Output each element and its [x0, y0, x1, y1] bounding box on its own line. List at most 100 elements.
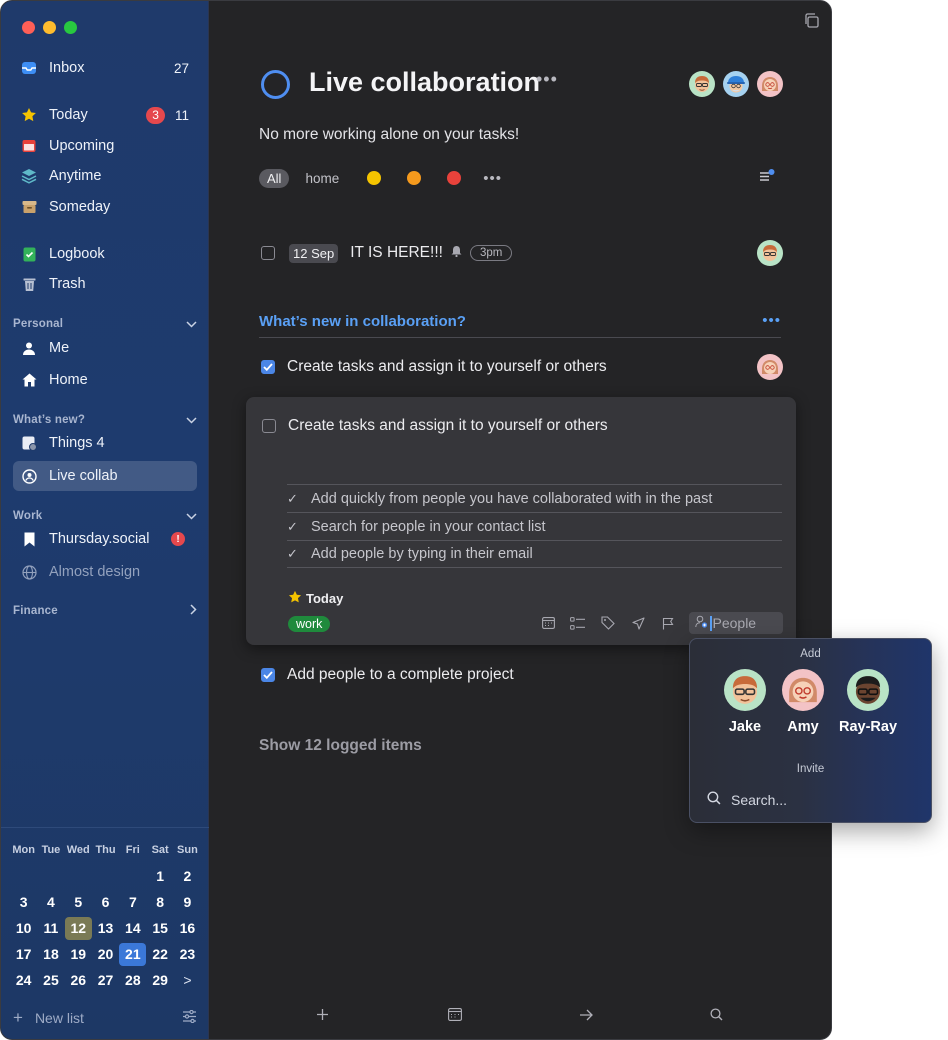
project-title[interactable]: Live collaboration — [309, 67, 540, 98]
person-option-ray-ray[interactable]: Ray-Ray — [828, 669, 908, 735]
avatar-jake[interactable] — [689, 71, 715, 97]
avatar-blue-hat[interactable] — [723, 71, 749, 97]
task-row[interactable]: 12 Sep IT IS HERE!!! 3pm — [261, 240, 783, 266]
calendar-day[interactable]: 4 — [37, 891, 64, 914]
sidebar-item-trash[interactable]: Trash — [13, 269, 197, 299]
task-title[interactable]: Create tasks and assign it to yourself o… — [287, 358, 607, 376]
copy-window-icon[interactable] — [804, 13, 819, 33]
show-logged-items-button[interactable]: Show 12 logged items — [259, 737, 422, 755]
calendar-day[interactable]: 22 — [146, 943, 173, 966]
sidebar-item-me[interactable]: Me — [13, 333, 197, 363]
plus-icon[interactable]: + — [13, 1008, 23, 1028]
calendar-day[interactable]: 28 — [119, 969, 146, 992]
calendar-day[interactable]: 1 — [146, 865, 173, 888]
people-search-field[interactable]: Search... — [707, 791, 787, 808]
check-icon[interactable]: ✓ — [287, 546, 311, 562]
tag-filter-home[interactable]: home — [305, 171, 339, 186]
calendar-day[interactable]: 13 — [92, 917, 119, 940]
close-window-button[interactable] — [22, 21, 35, 34]
flag-icon[interactable] — [653, 617, 683, 630]
tag-icon[interactable] — [593, 616, 623, 630]
sidebar-item-someday[interactable]: Someday — [13, 192, 197, 222]
sliders-icon[interactable] — [182, 1009, 197, 1026]
chevron-right-icon[interactable] — [190, 604, 197, 618]
project-more-button[interactable]: ••• — [536, 69, 558, 90]
tag-filter-red[interactable] — [447, 171, 462, 185]
tag-filter-more[interactable]: ••• — [483, 170, 502, 187]
calendar-day[interactable]: 29 — [146, 969, 173, 992]
project-members[interactable] — [689, 71, 783, 97]
avatar-amy[interactable] — [757, 71, 783, 97]
zoom-window-button[interactable] — [64, 21, 77, 34]
task-checkbox-checked[interactable] — [261, 668, 275, 682]
people-input[interactable]: People — [689, 612, 783, 634]
calendar-day[interactable]: 7 — [119, 891, 146, 914]
task-checkbox[interactable] — [261, 246, 275, 260]
check-icon[interactable]: ✓ — [287, 519, 311, 535]
sidebar-item-logbook[interactable]: Logbook — [13, 239, 197, 269]
calendar-day[interactable]: 3 — [10, 891, 37, 914]
new-task-icon[interactable] — [316, 1008, 329, 1026]
area-header-whats-new[interactable]: What’s new? — [13, 410, 197, 430]
section-heading[interactable]: What’s new in collaboration? ••• — [259, 313, 781, 338]
tag-filter-orange[interactable] — [407, 171, 422, 185]
calendar-day[interactable]: 18 — [37, 943, 64, 966]
calendar-icon[interactable] — [533, 617, 563, 629]
minimize-window-button[interactable] — [43, 21, 56, 34]
tag-filter-all[interactable]: All — [259, 168, 290, 188]
task-title[interactable]: IT IS HERE!!! — [350, 244, 443, 262]
calendar-day[interactable]: 23 — [174, 943, 201, 966]
calendar-day[interactable]: 11 — [37, 917, 64, 940]
area-header-finance[interactable]: Finance — [13, 601, 197, 621]
sidebar-item-things-4[interactable]: Things 4 — [13, 428, 197, 458]
sidebar-item-upcoming[interactable]: Upcoming — [13, 131, 197, 161]
sidebar-item-almost-design[interactable]: Almost design — [13, 557, 197, 587]
checklist-item-text[interactable]: Add people by typing in their email — [311, 546, 533, 562]
check-icon[interactable]: ✓ — [287, 491, 311, 507]
chevron-down-icon[interactable] — [186, 509, 197, 523]
sidebar-item-home[interactable]: Home — [13, 365, 197, 395]
move-arrow-icon[interactable] — [579, 1008, 593, 1026]
tag-filter-yellow[interactable] — [367, 171, 382, 185]
task-title[interactable]: Add people to a complete project — [287, 666, 514, 684]
calendar-day[interactable]: 26 — [65, 969, 92, 992]
sidebar-item-today[interactable]: Today 3 11 — [13, 100, 197, 130]
assignee-avatar[interactable] — [757, 354, 783, 380]
calendar-day[interactable]: 6 — [92, 891, 119, 914]
calendar-day[interactable]: 14 — [119, 917, 146, 940]
open-task-card[interactable]: Create tasks and assign it to yourself o… — [246, 397, 796, 645]
task-checkbox[interactable] — [262, 419, 276, 433]
calendar-day[interactable]: 5 — [65, 891, 92, 914]
checklist-item-text[interactable]: Add quickly from people you have collabo… — [311, 491, 712, 507]
calendar-day[interactable]: 25 — [37, 969, 64, 992]
search-icon[interactable] — [710, 1008, 723, 1026]
heading-more-button[interactable]: ••• — [762, 313, 781, 329]
task-row[interactable]: Create tasks and assign it to yourself o… — [261, 354, 783, 380]
checklist-item[interactable]: ✓ Add people by typing in their email — [287, 540, 782, 568]
assignee-avatar[interactable] — [757, 240, 783, 266]
sidebar-item-inbox[interactable]: Inbox 27 — [13, 53, 197, 83]
task-title[interactable]: Create tasks and assign it to yourself o… — [288, 417, 608, 435]
area-header-personal[interactable]: Personal — [13, 314, 197, 334]
heading-title[interactable]: What’s new in collaboration? — [259, 313, 466, 330]
filter-icon[interactable] — [759, 169, 775, 188]
checklist-icon[interactable] — [563, 616, 593, 630]
calendar-day[interactable]: 20 — [92, 943, 119, 966]
calendar-day[interactable]: 10 — [10, 917, 37, 940]
calendar-day[interactable]: 24 — [10, 969, 37, 992]
when-date[interactable]: Today — [288, 590, 343, 607]
checklist-item[interactable]: ✓ Search for people in your contact list — [287, 512, 782, 540]
calendar-day[interactable]: 9 — [174, 891, 201, 914]
calendar-day[interactable]: 8 — [146, 891, 173, 914]
checklist-item-text[interactable]: Search for people in your contact list — [311, 519, 546, 535]
calendar-day[interactable]: 27 — [92, 969, 119, 992]
calendar-day[interactable]: 16 — [174, 917, 201, 940]
sidebar-item-live-collab[interactable]: Live collab — [13, 461, 197, 491]
chevron-down-icon[interactable] — [186, 413, 197, 427]
area-header-work[interactable]: Work — [13, 506, 197, 526]
project-notes[interactable]: No more working alone on your tasks! — [259, 126, 519, 144]
calendar-day[interactable]: 19 — [65, 943, 92, 966]
checklist-item[interactable]: ✓ Add quickly from people you have colla… — [287, 484, 782, 512]
calendar-day[interactable]: 21 — [119, 943, 147, 966]
calendar-day[interactable]: 12 — [64, 917, 92, 940]
